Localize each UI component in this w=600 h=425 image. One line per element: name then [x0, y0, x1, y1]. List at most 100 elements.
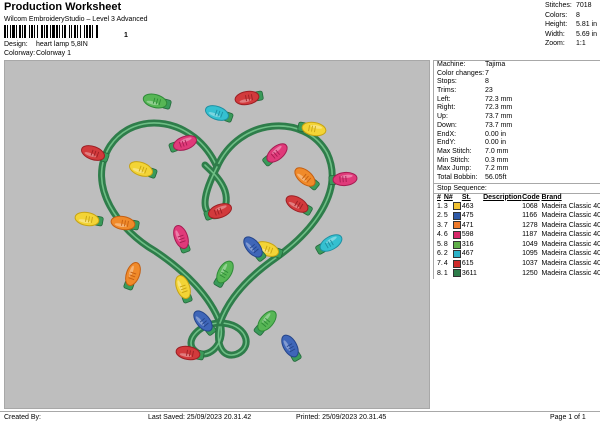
stat-width: Width: 5.69 in: [545, 30, 598, 38]
barcode-bar: [41, 25, 43, 38]
info-label: EndY:: [437, 139, 456, 147]
info-row: Left: 72.3 mm: [434, 96, 600, 105]
machine-info-panel: Machine: Tajima Color changes: 7 Stops: 8 Trim…: [433, 60, 600, 279]
design-value: heart lamp 5,8IN: [36, 41, 88, 48]
light-bulb: [123, 262, 141, 291]
light-bulb: [173, 225, 191, 254]
barcode-bar: [10, 25, 11, 38]
colorway-label: Colorway:: [4, 50, 36, 57]
row-number: 6.: [437, 250, 443, 258]
info-row: Max Stitch: 7.0 mm: [434, 148, 600, 157]
info-label: Machine:: [437, 61, 466, 68]
barcode-bar: [74, 25, 76, 38]
info-label: Stops:: [437, 78, 457, 86]
light-bulb: [297, 121, 327, 137]
color-swatch-cell: [452, 269, 462, 279]
needle-number: 2: [443, 250, 448, 258]
barcode-bar: [16, 25, 17, 38]
color-swatch: [452, 269, 461, 278]
thread-code: 1166: [522, 212, 538, 220]
thread-code: 1278: [522, 221, 538, 229]
stitch-count: 316: [461, 240, 474, 248]
stitch-count: 463: [461, 202, 474, 210]
stitch-count: 467: [461, 250, 474, 258]
barcode-bar: [24, 25, 26, 38]
row-number: 2.: [437, 212, 443, 220]
info-row: Color changes: 7: [434, 70, 600, 79]
row-number: 7.: [437, 260, 443, 268]
row-number: 3.: [437, 221, 443, 229]
barcode-bar: [59, 25, 60, 38]
needle-number: 5: [443, 212, 448, 220]
info-value: 56.05ft: [485, 173, 507, 181]
thread-brand: Madeira Classic 40: [541, 212, 600, 220]
colorway-row: Colorway: Colorway 1: [4, 50, 204, 59]
light-bulb: [168, 135, 197, 153]
color-swatch: [452, 211, 461, 220]
color-swatch-cell: [452, 240, 462, 251]
info-value: 8: [485, 78, 489, 86]
info-value: 0.00 in: [485, 139, 507, 147]
barcode-bar: [62, 25, 63, 38]
barcode-bar: [29, 25, 30, 38]
light-bulb: [142, 93, 172, 110]
table-row: 3. 7 471 1278 Madeira Classic 40: [434, 221, 600, 231]
color-swatch: [452, 250, 461, 259]
printed-date: Printed: 25/09/2023 20.31.45: [296, 414, 387, 421]
col-description: Description: [483, 193, 522, 201]
needle-number: 6: [443, 231, 448, 239]
col-stitches: St.: [461, 193, 471, 201]
table-row: 7. 4 615 1037 Madeira Classic 40: [434, 259, 600, 270]
thread-description: [483, 221, 522, 231]
barcode-bar: [52, 25, 55, 38]
color-swatch-cell: [452, 221, 462, 231]
col-swatch: [453, 194, 462, 203]
info-label: Max Jump:: [437, 165, 472, 173]
barcode-bar: [86, 25, 88, 38]
info-value: 72.3 mm: [485, 95, 513, 103]
info-row: Trims: 23: [434, 87, 600, 96]
info-row: Up: 73.7 mm: [434, 113, 600, 122]
barcode-bar: [44, 25, 45, 38]
info-value: 7.2 mm: [485, 165, 509, 173]
stat-zoom: Zoom: 1:1: [545, 40, 586, 47]
stitch-count: 475: [461, 212, 474, 220]
thread-description: [483, 250, 522, 260]
light-bulb: [315, 234, 343, 255]
barcode-bar: [71, 25, 72, 38]
table-row: 6. 2 467 1095 Madeira Classic 40: [434, 250, 600, 260]
stat-stitches: Stitches: 7018: [545, 2, 592, 9]
needle-number: 7: [443, 221, 448, 229]
barcode-bar: [80, 25, 81, 38]
stitch-count: 598: [461, 231, 474, 239]
barcode-bar: [37, 25, 38, 38]
light-bulb: [234, 90, 264, 106]
info-label: EndX:: [437, 130, 457, 138]
info-row: Min Stitch: 0.3 mm: [434, 157, 600, 166]
info-label: Max Stitch:: [437, 147, 472, 155]
info-row: EndY: 0.00 in: [434, 139, 600, 148]
col-needle: N#: [443, 193, 453, 201]
thread-description: [483, 212, 522, 222]
design-row: Design: heart lamp 5,8IN: [4, 41, 204, 50]
info-value: Tajima: [485, 61, 506, 68]
table-header-row: # N# St. Description Code Brand: [434, 194, 600, 203]
table-row: 4. 6 598 1187 Madeira Classic 40: [434, 230, 600, 241]
info-label: Min Stitch:: [437, 156, 470, 164]
barcode-bar: [92, 25, 93, 38]
color-swatch-cell: [452, 250, 462, 260]
page-number: Page 1 of 1: [550, 414, 586, 421]
light-bulb: [294, 167, 320, 191]
barcode-bar: [84, 25, 85, 38]
barcode-bar: [31, 25, 33, 38]
barcode-bar: [12, 25, 15, 38]
info-row: Machine: Tajima: [434, 61, 600, 70]
stat-height: Height: 5.81 in: [545, 21, 598, 28]
footer-bar: Created By: Last Saved: 25/09/2023 20.31…: [0, 411, 600, 425]
info-row: EndX: 0.00 in: [434, 131, 600, 140]
thread-brand: Madeira Classic 40: [541, 269, 600, 277]
barcode-bar: [46, 25, 48, 38]
info-label: Total Bobbin:: [437, 173, 478, 181]
color-swatch-cell: [452, 230, 462, 241]
color-swatch: [452, 221, 461, 230]
